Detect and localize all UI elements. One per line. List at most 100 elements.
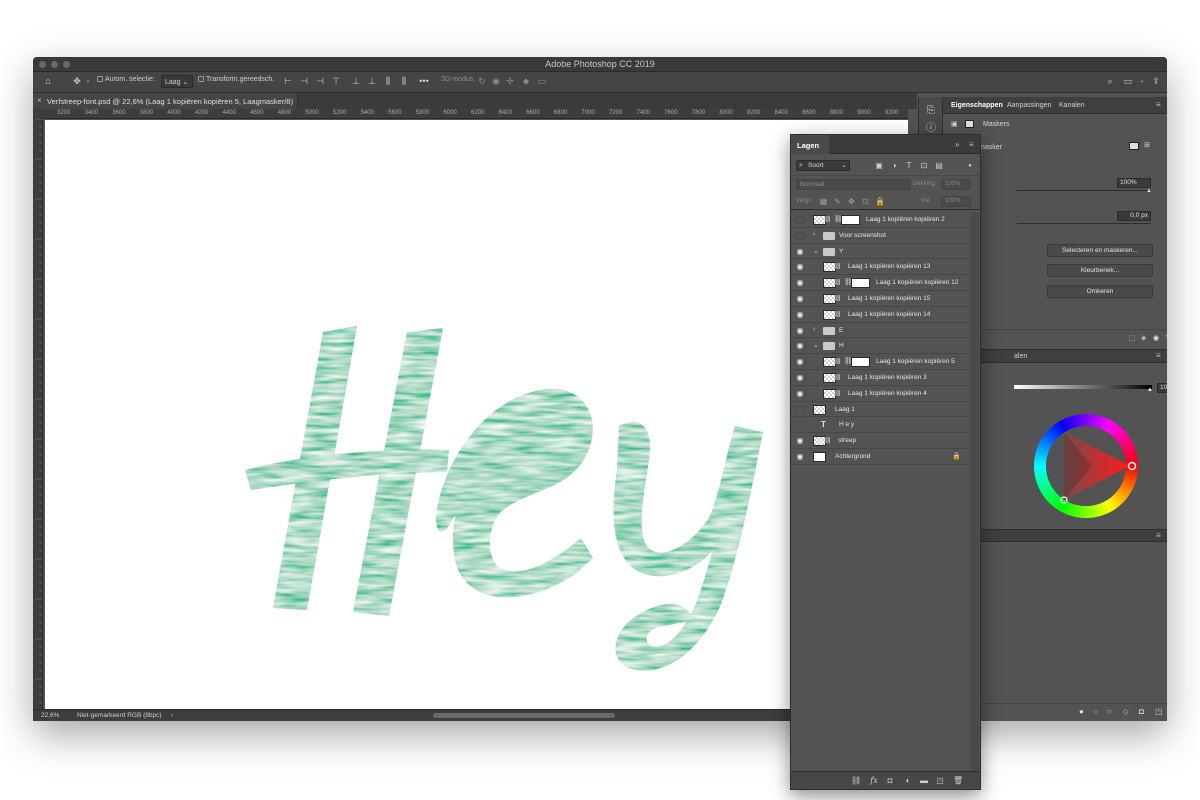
density-slider-handle[interactable]: ▲ bbox=[1146, 188, 1152, 194]
tab-channels[interactable]: Kanalen bbox=[1059, 102, 1085, 109]
visibility-eye-icon[interactable]: ◉ bbox=[795, 262, 805, 272]
3d-slide-icon[interactable]: ⬥ bbox=[521, 76, 531, 87]
visibility-eye-icon[interactable]: ◉ bbox=[795, 326, 805, 336]
delete-mask-icon[interactable]: 🗑 bbox=[1165, 334, 1167, 342]
group-collapsed-chevron-icon[interactable]: › bbox=[813, 326, 815, 333]
filter-kind-dropdown[interactable]: ⌕ Soort ⌄ bbox=[796, 160, 850, 171]
link-layers-icon[interactable]: ⛓ bbox=[851, 776, 861, 786]
align-center-h-icon[interactable]: ⊣ bbox=[299, 76, 309, 87]
history-icon[interactable]: ⎘ bbox=[925, 105, 937, 117]
layer-row[interactable]: ▤ ⛓ Laag 1 kopiëren kopiëren 2 bbox=[791, 212, 971, 228]
filter-pixel-icon[interactable]: ▣ bbox=[874, 161, 884, 171]
lock-transparency-icon[interactable]: ▦ bbox=[819, 197, 828, 206]
color-wheel[interactable] bbox=[1032, 412, 1140, 520]
layer-row[interactable]: ◉ › E bbox=[791, 322, 971, 339]
3d-roll-icon[interactable]: ◉ bbox=[491, 76, 501, 87]
tab-properties[interactable]: Eigenschappen bbox=[951, 102, 1003, 109]
visibility-off-box[interactable] bbox=[796, 231, 804, 240]
visibility-eye-icon[interactable]: ◉ bbox=[795, 452, 805, 462]
fx-icon[interactable]: fx bbox=[869, 776, 879, 786]
horizontal-scrollbar[interactable] bbox=[433, 713, 615, 718]
delete-layer-icon[interactable]: 🗑 bbox=[953, 776, 963, 786]
layer-row[interactable]: ◉ ▤ Laag 1 kopiëren kopiëren 4 bbox=[791, 385, 971, 402]
align-middle-icon[interactable]: ⊥ bbox=[351, 76, 361, 87]
distribute-h-icon[interactable]: ⫼ bbox=[399, 76, 409, 87]
layer-row[interactable]: ◉ ▤ Laag 1 kopiëren kopiëren 15 bbox=[791, 290, 971, 307]
lock-pixels-icon[interactable]: ✎ bbox=[833, 197, 842, 206]
filter-type-icon[interactable]: T bbox=[904, 161, 914, 171]
tab-adjustments[interactable]: Aanpassingen bbox=[1007, 102, 1051, 109]
visibility-eye-icon[interactable]: ◉ bbox=[795, 278, 805, 288]
3d-orbit-icon[interactable]: ↻ bbox=[477, 76, 487, 87]
density-field[interactable]: 100% bbox=[1117, 178, 1151, 188]
visibility-eye-icon[interactable]: ◉ bbox=[795, 389, 805, 399]
feather-slider[interactable] bbox=[1017, 223, 1151, 224]
layer-fill-field[interactable]: 100% bbox=[941, 196, 971, 207]
layer-row[interactable]: › Voor screenshot bbox=[791, 227, 971, 244]
layer-row[interactable]: ◉ ⌄ Y bbox=[791, 243, 971, 260]
filter-shape-icon[interactable]: ⊡ bbox=[919, 161, 929, 171]
collapse-panel-icon[interactable]: » bbox=[955, 140, 959, 149]
new-group-icon[interactable]: ▬ bbox=[919, 776, 929, 786]
layer-row[interactable]: ◉ ⌄ H bbox=[791, 338, 971, 355]
layer-row[interactable]: ◉ ▤ ⛓ Laag 1 kopiëren kopiëren 12 bbox=[791, 275, 971, 291]
layer-row[interactable]: ◉ ▤ Laag 1 kopiëren kopiëren 3 bbox=[791, 369, 971, 386]
lower-panel-menu-icon[interactable]: ≡ bbox=[1156, 532, 1164, 540]
status-chevron-icon[interactable]: › bbox=[171, 712, 173, 719]
chevron-down-icon[interactable]: ⌄ bbox=[83, 76, 93, 87]
visibility-eye-icon[interactable]: ◉ bbox=[795, 373, 805, 383]
visibility-off-box[interactable] bbox=[796, 405, 804, 414]
dot-filled-icon[interactable]: ● bbox=[1079, 707, 1084, 716]
layer-row[interactable]: ◉ ▤ streep bbox=[791, 433, 971, 449]
dot-empty-icon-2[interactable]: ○ bbox=[1107, 707, 1112, 716]
layer-row[interactable]: ◉ ▤ Laag 1 kopiëren kopiëren 13 bbox=[791, 259, 971, 276]
visibility-off-box[interactable] bbox=[796, 421, 804, 430]
layer-row[interactable]: ◉ ▤ ⛓ Laag 1 kopiëren kopiëren 5 bbox=[791, 354, 971, 370]
home-icon[interactable]: ⌂ bbox=[43, 76, 53, 87]
workspace-icon[interactable]: ▭ bbox=[1123, 76, 1133, 87]
lock-all-icon[interactable]: 🔒 bbox=[875, 197, 885, 206]
new-item-icon[interactable]: ◳ bbox=[1155, 707, 1163, 716]
group-expanded-chevron-icon[interactable]: ⌄ bbox=[813, 247, 819, 255]
new-layer-icon[interactable]: ◳ bbox=[935, 776, 945, 786]
share-icon[interactable]: ⇪ bbox=[1151, 76, 1161, 87]
transform-icon[interactable]: ⬦ bbox=[1123, 707, 1129, 717]
layers-panel-title[interactable]: Lagen bbox=[791, 135, 829, 154]
document-tab[interactable]: × Verfstreep-font.psd @ 22,6% (Laag 1 ko… bbox=[33, 93, 298, 109]
visibility-eye-icon[interactable]: ◉ bbox=[795, 341, 805, 351]
visibility-eye-icon[interactable]: ◉ bbox=[795, 247, 805, 257]
layer-opacity-field[interactable]: 100% bbox=[941, 179, 971, 190]
pixel-mask-icon[interactable] bbox=[1129, 142, 1139, 150]
apply-mask-icon[interactable]: ◈ bbox=[1141, 334, 1146, 342]
align-right-icon[interactable]: ⊣ bbox=[315, 76, 325, 87]
vector-mask-icon[interactable]: ⊞ bbox=[1144, 141, 1150, 149]
zoom-level[interactable]: 22,6% bbox=[41, 712, 59, 719]
filter-smart-object-icon[interactable]: ▤ bbox=[934, 161, 944, 171]
color-range-button[interactable]: Kleurbereik... bbox=[1047, 264, 1153, 277]
visibility-off-box[interactable] bbox=[796, 216, 804, 224]
invert-button[interactable]: Omkeren bbox=[1047, 285, 1153, 298]
align-left-icon[interactable]: ⊢ bbox=[283, 76, 293, 87]
layers-menu-icon[interactable]: ≡ bbox=[969, 140, 974, 149]
adjustment-layer-icon[interactable]: ◐ bbox=[903, 776, 913, 786]
toggle-mask-icon[interactable]: ◉ bbox=[1153, 334, 1159, 342]
layer-row[interactable]: ◉ Achtergrond 🔒 bbox=[791, 448, 971, 465]
align-bottom-icon[interactable]: ⊥ bbox=[367, 76, 377, 87]
3d-pan-icon[interactable]: ✢ bbox=[505, 76, 515, 87]
filter-adjustment-icon[interactable]: ◑ bbox=[889, 161, 899, 171]
opacity-gradient-slider[interactable] bbox=[1014, 385, 1152, 389]
workspace-chevron-icon[interactable]: ⌄ bbox=[1137, 76, 1147, 87]
mask-icon[interactable]: ◘ bbox=[1139, 707, 1144, 716]
filter-toggle-icon[interactable]: ● bbox=[965, 161, 975, 171]
density-slider[interactable] bbox=[1017, 190, 1151, 191]
visibility-eye-icon[interactable]: ◉ bbox=[795, 357, 805, 367]
layer-row[interactable]: TH e y bbox=[791, 417, 971, 434]
opacity-slider-handle[interactable]: ▲ bbox=[1147, 387, 1153, 393]
color-panel-menu-icon[interactable]: ≡ bbox=[1156, 352, 1164, 360]
opacity-value-field[interactable]: 100 bbox=[1157, 383, 1167, 393]
search-icon[interactable]: ⌕ bbox=[1105, 76, 1115, 87]
select-and-mask-button[interactable]: Selecteren en maskeren... bbox=[1047, 244, 1153, 257]
document-canvas[interactable] bbox=[45, 120, 908, 709]
visibility-eye-icon[interactable]: ◉ bbox=[795, 294, 805, 304]
more-options-icon[interactable]: ••• bbox=[419, 76, 429, 87]
